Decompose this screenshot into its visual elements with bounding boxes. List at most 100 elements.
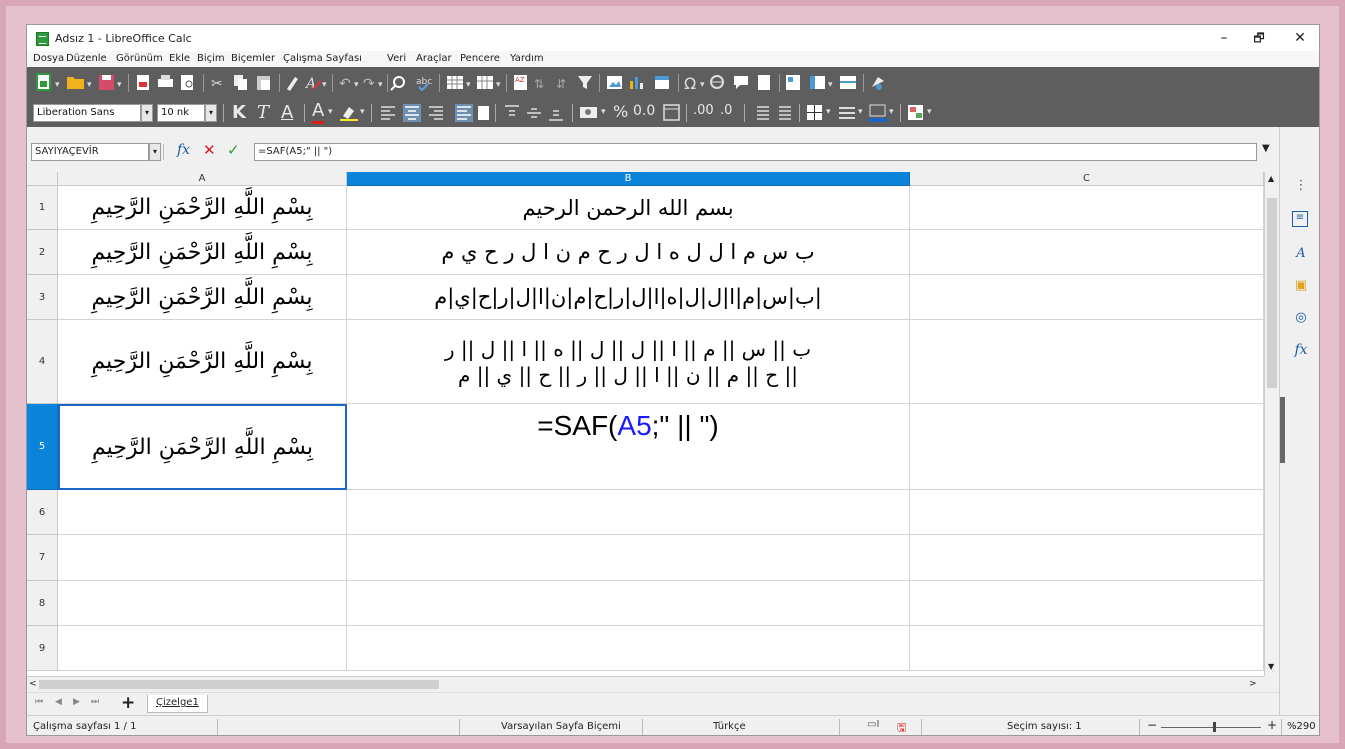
wrap-text-icon[interactable] [455, 104, 473, 122]
scroll-right-icon[interactable]: > [1249, 679, 1257, 689]
cut-icon[interactable]: ✂ [211, 76, 223, 92]
comment-icon[interactable] [734, 76, 748, 89]
find-replace-icon[interactable] [390, 76, 405, 91]
row-header[interactable]: 9 [27, 626, 58, 671]
expand-formula-bar-icon[interactable]: ▼ [1262, 143, 1270, 154]
show-draw-functions-icon[interactable] [872, 77, 884, 90]
cell-a9[interactable] [58, 626, 347, 671]
font-color-button[interactable]: A [312, 101, 325, 124]
row-header[interactable]: 2 [27, 230, 58, 275]
vertical-scrollbar[interactable]: ▲ ▼ [1264, 172, 1280, 676]
selection-mode-icon[interactable]: ▭I [867, 719, 879, 730]
column-icon[interactable] [477, 76, 493, 89]
cell-a3[interactable]: بِسْمِ اللَّهِ الرَّحْمَنِ الرَّحِيمِ [58, 275, 347, 320]
zoom-level[interactable]: %290 [1287, 721, 1316, 732]
add-decimal-button[interactable]: .00 [693, 103, 714, 118]
cell-b5-editing[interactable]: =SAF(A5 ;" || ") [347, 404, 910, 490]
navigator-icon[interactable]: ◎ [1292, 309, 1310, 327]
menu-dosya[interactable]: Dosya [33, 53, 64, 64]
add-sheet-icon[interactable]: + [121, 693, 135, 713]
cell-a8[interactable] [58, 581, 347, 626]
align-left-icon[interactable] [381, 106, 395, 120]
open-folder-icon[interactable] [67, 77, 84, 89]
cell-c2[interactable] [910, 230, 1264, 275]
bold-button[interactable]: K [232, 102, 246, 123]
column-header-a[interactable]: A [58, 172, 347, 186]
menu-gorunum[interactable]: Görünüm [116, 53, 163, 64]
autofilter-icon[interactable] [578, 76, 592, 89]
cancel-icon[interactable]: ✕ [203, 141, 216, 159]
row-header[interactable]: 4 [27, 320, 58, 404]
zoom-in-icon[interactable]: + [1267, 718, 1277, 732]
new-document-icon[interactable] [36, 73, 51, 91]
menu-bicemler[interactable]: Biçemler [231, 53, 275, 64]
cell-a2[interactable]: بِسْمِ اللَّهِ الرَّحْمَنِ الرَّحِيمِ [58, 230, 347, 275]
row-icon[interactable] [447, 76, 463, 89]
name-box-dropdown-icon[interactable]: ▾ [149, 143, 161, 161]
styles-icon[interactable]: A [1292, 245, 1310, 263]
function-wizard-icon[interactable]: fx [177, 142, 190, 158]
cell-c4[interactable] [910, 320, 1264, 404]
highlight-color-icon[interactable] [339, 103, 359, 121]
define-print-area-icon[interactable] [786, 75, 800, 90]
copy-icon[interactable] [234, 75, 247, 90]
special-character-icon[interactable]: Ω [684, 74, 696, 93]
cell-c7[interactable] [910, 535, 1264, 581]
restore-button[interactable]: 🗗 [1244, 28, 1274, 48]
sheet-position-status[interactable]: Çalışma sayfası 1 / 1 [33, 721, 136, 732]
border-color-dropdown-icon[interactable]: ▾ [889, 107, 894, 125]
header-footer-icon[interactable] [758, 75, 770, 90]
date-format-icon[interactable] [663, 104, 681, 122]
row-header[interactable]: 7 [27, 535, 58, 581]
accept-icon[interactable]: ✓ [227, 141, 240, 159]
gallery-icon[interactable]: ▣ [1292, 277, 1310, 295]
cell-c3[interactable] [910, 275, 1264, 320]
cell-c5[interactable] [910, 404, 1264, 490]
horizontal-scroll-thumb[interactable] [39, 680, 439, 689]
zoom-slider-track[interactable] [1161, 727, 1261, 728]
spelling-icon[interactable]: abc [416, 77, 432, 92]
align-right-icon[interactable] [429, 106, 443, 120]
cell-c8[interactable] [910, 581, 1264, 626]
paste-icon[interactable] [257, 76, 270, 90]
cell-b2[interactable]: ب س م ا ل ل ه ا ل ر ح م ن ا ل ر ح ي م [347, 230, 910, 275]
align-center-icon[interactable] [403, 104, 421, 122]
print-preview-icon[interactable] [181, 75, 193, 90]
cell-b6[interactable] [347, 490, 910, 535]
menu-araclar[interactable]: Araçlar [416, 53, 452, 64]
previous-sheet-icon[interactable]: ◀ [55, 697, 62, 707]
page-style-status[interactable]: Varsayılan Sayfa Biçemi [501, 721, 621, 732]
freeze-rows-columns-icon[interactable] [810, 76, 825, 89]
row-header[interactable]: 1 [27, 186, 58, 230]
language-status[interactable]: Türkçe [713, 721, 746, 732]
split-window-icon[interactable] [840, 76, 856, 89]
font-color-dropdown-icon[interactable]: ▾ [328, 107, 333, 125]
menu-calisma-sayfasi[interactable]: Çalışma Sayfası [283, 53, 362, 64]
clear-formatting-icon[interactable]: A [304, 76, 322, 92]
cell-b7[interactable] [347, 535, 910, 581]
cell-a7[interactable] [58, 535, 347, 581]
row-header-selected[interactable]: 5 [27, 404, 58, 490]
insert-chart-icon[interactable] [630, 77, 643, 89]
name-box[interactable]: SAYIYAÇEVİR [31, 143, 149, 161]
sort-ascending-icon[interactable]: ⇅ [534, 77, 544, 91]
menu-pencere[interactable]: Pencere [460, 53, 500, 64]
merge-center-icon[interactable] [478, 106, 489, 120]
font-size-dropdown-icon[interactable]: ▾ [205, 104, 217, 122]
functions-icon[interactable]: fx [1292, 341, 1310, 359]
undo-icon[interactable]: ↶ [339, 76, 351, 92]
border-style-dropdown-icon[interactable]: ▾ [858, 107, 863, 125]
align-middle-icon[interactable] [527, 108, 541, 118]
font-size-box[interactable]: 10 nk [157, 104, 205, 122]
cell-a5[interactable]: بِسْمِ اللَّهِ الرَّحْمَنِ الرَّحِيمِ [58, 404, 347, 490]
align-bottom-icon[interactable] [549, 110, 563, 121]
properties-icon[interactable]: ≡ [1292, 211, 1308, 227]
menu-bicim[interactable]: Biçim [197, 53, 225, 64]
menu-ekle[interactable]: Ekle [169, 53, 190, 64]
sheet-tab-cizelge1[interactable]: Çizelge1 [147, 695, 208, 713]
percent-format-button[interactable]: % [613, 102, 628, 121]
border-color-icon[interactable] [869, 104, 887, 122]
vertical-scroll-thumb[interactable] [1267, 198, 1277, 388]
save-icon[interactable] [99, 75, 114, 90]
cell-a4[interactable]: بِسْمِ اللَّهِ الرَّحْمَنِ الرَّحِيمِ [58, 320, 347, 404]
